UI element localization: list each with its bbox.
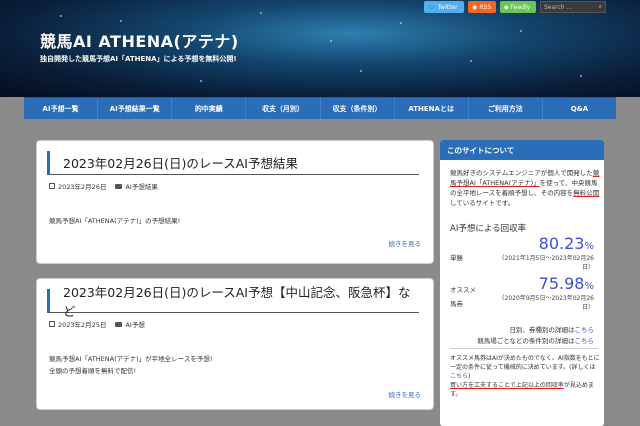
rss-icon: ◉ <box>472 3 478 11</box>
site-title[interactable]: 競馬AI ATHENA(アテナ) <box>40 28 239 52</box>
nav-item-about-athena[interactable]: ATHENAとは <box>395 98 469 119</box>
calendar-icon <box>49 321 55 327</box>
read-more-link[interactable]: 続きを見る <box>389 389 422 399</box>
post-excerpt: 競馬予想AI「ATHENA(アテナ)」の予想結果! <box>49 217 181 225</box>
nav-item-balance-condition[interactable]: 収支（条件別） <box>321 98 395 119</box>
post-excerpt: 競馬予想AI「ATHENA(アテナ)」が平地全レースを予想! <box>49 355 213 363</box>
feedly-button[interactable]: ◆ Feedly <box>500 1 536 13</box>
sidebar-intro: 競馬好きのシステムエンジニアが個人で開発した競馬予想AI「ATHENA(アテナ)… <box>450 169 600 207</box>
sidebar-heading: このサイトについて <box>440 140 604 160</box>
search-placeholder: Search ... <box>544 3 573 11</box>
sidebar-about: このサイトについて 競馬好きのシステムエンジニアが個人で開発した競馬予想AI「A… <box>440 140 604 426</box>
post-card: 2023年02月26日(日)のレースAI予想【中山記念、阪急杯】など 2023年… <box>36 278 434 410</box>
post-title[interactable]: 2023年02月26日(日)のレースAI予想【中山記念、阪急杯】など <box>47 285 419 319</box>
post-title[interactable]: 2023年02月26日(日)のレースAI予想結果 <box>47 151 419 175</box>
top-bar: 🐦 Twitter ◉ RSS ◆ Feedly Search ... ⌕ <box>424 1 606 13</box>
search-input[interactable]: Search ... ⌕ <box>540 1 606 13</box>
daily-detail-link[interactable]: こちら <box>575 326 595 334</box>
folder-icon <box>115 321 123 327</box>
site-header: 競馬AI ATHENA(アテナ) 独自開発した競馬予想AI「ATHENA」による… <box>0 0 640 97</box>
condition-detail-line: 競馬場ごとなどの条件別の詳細はこちら <box>477 337 595 345</box>
recovery-rate-heading: AI予想による回収率 <box>450 224 527 234</box>
post-card: 2023年02月26日(日)のレースAI予想結果 2023年2月26日 AI予想… <box>36 140 434 264</box>
post-meta: 2023年2月26日 AI予想結果 <box>49 181 158 191</box>
rate-period: （2020年9月5日～2023年02月26日） <box>498 295 594 311</box>
read-more-link[interactable]: 続きを見る <box>389 238 422 248</box>
nav-item-balance-monthly[interactable]: 収支（月別） <box>246 98 321 119</box>
nav-item-ai-predictions[interactable]: AI予想一覧 <box>24 98 99 119</box>
folder-icon <box>115 183 123 189</box>
daily-detail-line: 日別、券種別の詳細はこちら <box>509 326 595 334</box>
rate-label: オススメ馬券 <box>450 286 476 308</box>
post-category[interactable]: AI予想 <box>125 319 144 329</box>
post-meta: 2023年2月25日 AI予想 <box>49 319 145 329</box>
rate-value: 75.98% <box>538 274 594 293</box>
twitter-button[interactable]: 🐦 Twitter <box>424 1 464 13</box>
note-link[interactable]: こちら <box>450 373 468 380</box>
feedly-icon: ◆ <box>504 3 509 11</box>
condition-detail-link[interactable]: こちら <box>575 337 595 345</box>
twitter-icon: 🐦 <box>428 3 436 11</box>
rate-period: （2021年1月5日～2023年02月26日） <box>498 255 594 271</box>
main-nav: AI予想一覧 AI予想結果一覧 的中実績 収支（月別） 収支（条件別） ATHE… <box>24 97 616 119</box>
nav-item-ai-results[interactable]: AI予想結果一覧 <box>98 98 173 119</box>
post-date: 2023年2月26日 <box>58 183 107 191</box>
sidebar-note: オススメ馬券はAIが決めたものでなく、AI指数をもとに一定の条件に従って機械的に… <box>450 355 600 398</box>
rate-value: 80.23% <box>538 234 594 253</box>
divider <box>450 348 598 349</box>
post-date: 2023年2月25日 <box>58 321 107 329</box>
nav-item-usage[interactable]: ご利用方法 <box>469 98 543 119</box>
site-subtitle: 独自開発した競馬予想AI「ATHENA」による予想を無料公開! <box>40 55 237 63</box>
nav-item-qa[interactable]: Q&A <box>543 98 616 119</box>
search-icon[interactable]: ⌕ <box>599 3 602 11</box>
post-category[interactable]: AI予想結果 <box>125 181 157 191</box>
rate-label: 単勝 <box>450 254 463 262</box>
rss-button[interactable]: ◉ RSS <box>468 1 496 13</box>
calendar-icon <box>49 183 55 189</box>
nav-item-hit-record[interactable]: 的中実績 <box>172 98 247 119</box>
post-excerpt: 全頭の予想着順を無料で配信! <box>49 367 137 375</box>
